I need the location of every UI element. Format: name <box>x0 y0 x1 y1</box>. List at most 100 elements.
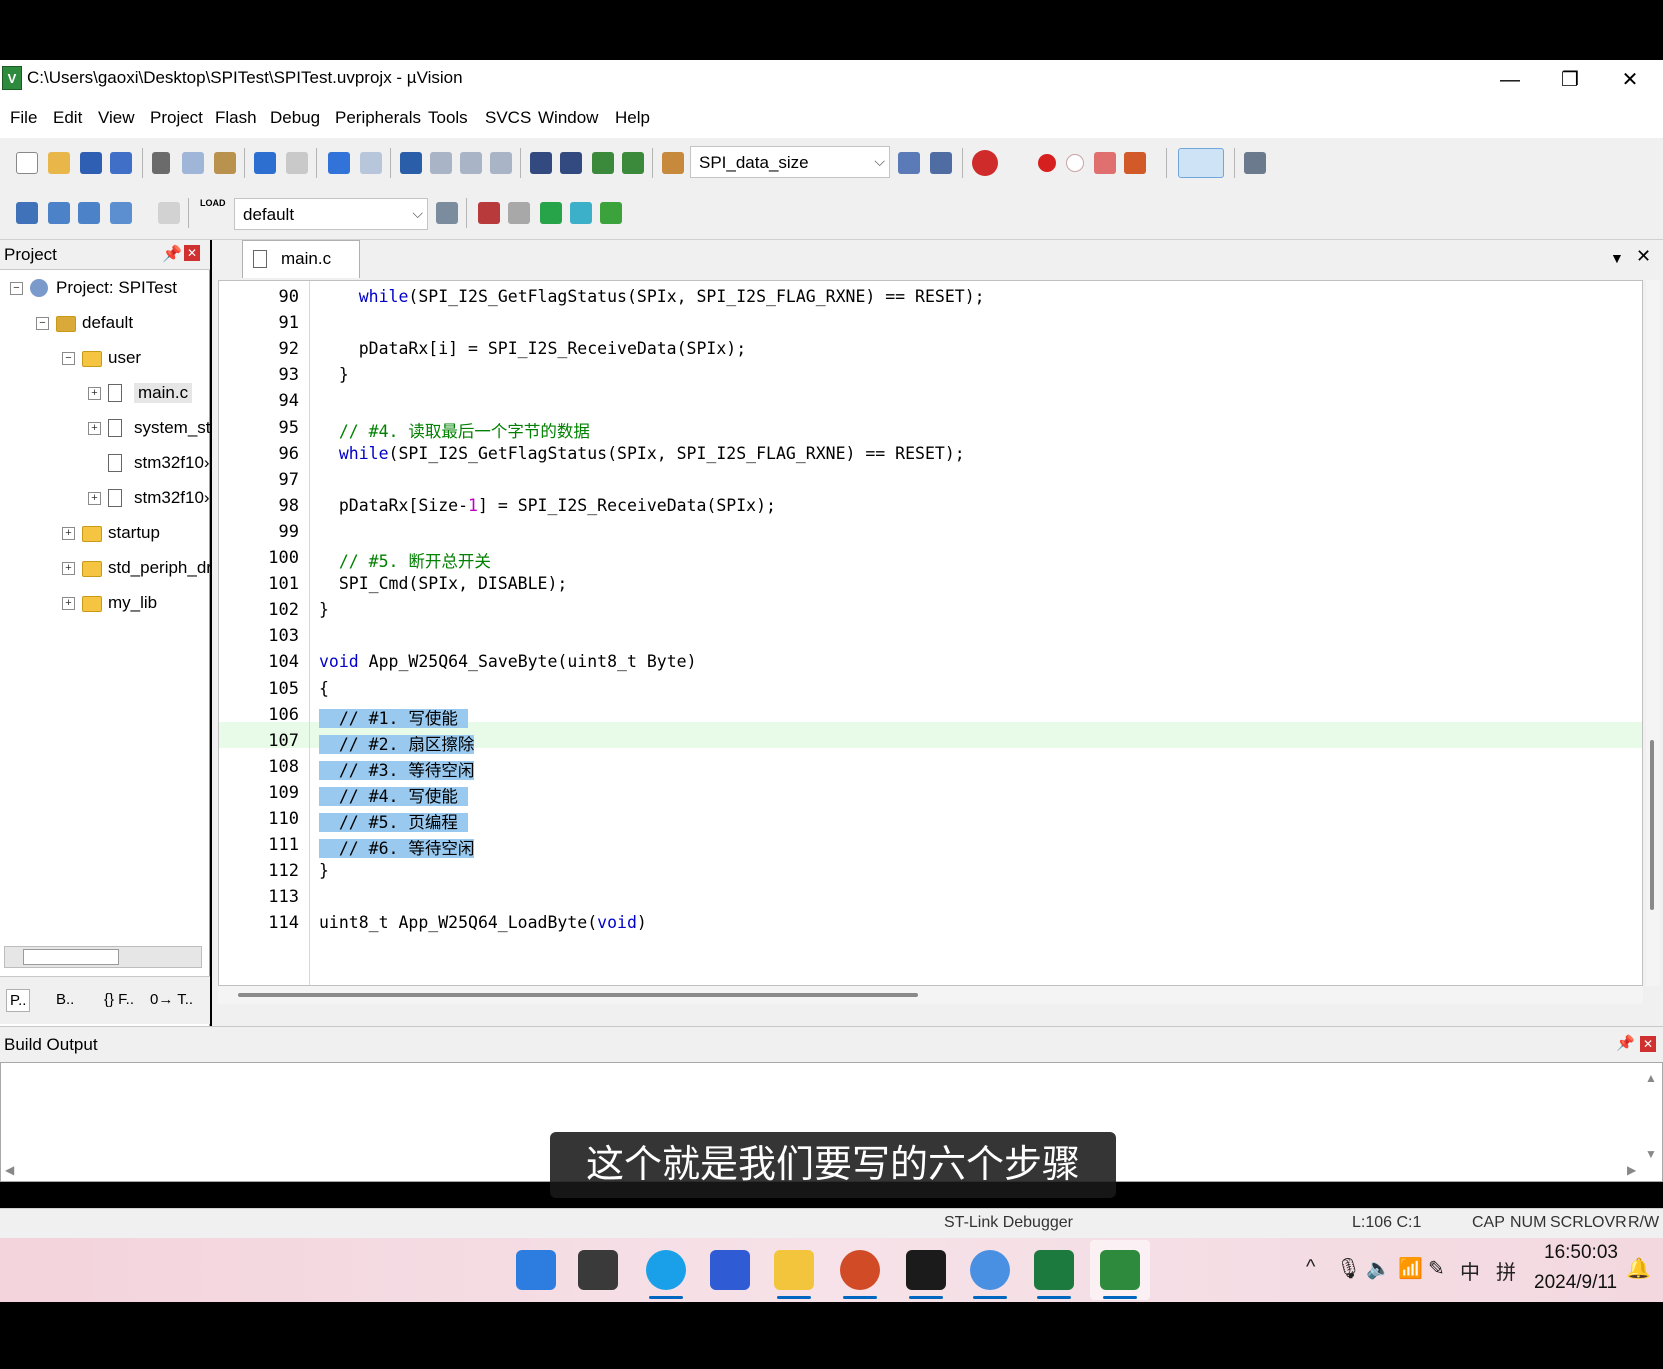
menu-flash[interactable]: Flash <box>215 108 257 128</box>
powerpoint-icon[interactable] <box>840 1250 880 1290</box>
expand-icon[interactable]: + <box>62 562 75 575</box>
scroll-right-icon[interactable]: ▶ <box>1627 1163 1636 1177</box>
code-line[interactable]: while(SPI_I2S_GetFlagStatus(SPIx, SPI_I2… <box>319 444 965 463</box>
pin-icon[interactable]: 📌 <box>162 244 182 264</box>
comment-icon[interactable] <box>592 152 614 174</box>
scroll-down-icon[interactable]: ▼ <box>1645 1147 1657 1161</box>
code-line[interactable]: SPI_Cmd(SPIx, DISABLE); <box>319 574 568 593</box>
code-line[interactable]: // #4. 写使能 <box>319 783 468 807</box>
navigate-forward-icon[interactable] <box>360 152 382 174</box>
code-line[interactable]: // #3. 等待空闲 <box>319 757 475 781</box>
close-pane-icon[interactable]: ✕ <box>1640 1036 1656 1052</box>
code-line[interactable]: // #5. 断开总开关 <box>319 548 491 572</box>
tree-item[interactable]: + my_lib <box>0 589 206 619</box>
tree-item[interactable]: + main.c <box>0 379 206 409</box>
target-options-icon[interactable] <box>436 202 458 224</box>
code-line[interactable]: // #1. 写使能 <box>319 705 468 729</box>
code-line[interactable]: { <box>319 679 329 698</box>
prev-bookmark-icon[interactable] <box>430 152 452 174</box>
pen-icon[interactable]: ✎ <box>1428 1256 1445 1281</box>
software-packs-icon[interactable] <box>600 202 622 224</box>
manage-project-items-icon[interactable] <box>478 202 500 224</box>
code-line[interactable]: // #5. 页编程 <box>319 809 468 833</box>
target-combo[interactable]: default ⌵ <box>234 198 428 230</box>
menu-debug[interactable]: Debug <box>270 108 320 128</box>
close-pane-icon[interactable]: ✕ <box>184 245 200 261</box>
expand-icon[interactable]: + <box>88 422 101 435</box>
screen-recorder-icon[interactable] <box>906 1250 946 1290</box>
code-line[interactable]: // #2. 扇区擦除 <box>319 731 475 755</box>
navigate-back-icon[interactable] <box>328 152 350 174</box>
code-line[interactable]: pDataRx[i] = SPI_I2S_ReceiveData(SPIx); <box>319 339 746 358</box>
tab-main-c[interactable]: main.c <box>242 240 360 278</box>
expand-icon[interactable]: + <box>88 387 101 400</box>
code-line[interactable]: pDataRx[Size-1] = SPI_I2S_ReceiveData(SP… <box>319 496 776 515</box>
minimize-button[interactable]: — <box>1480 60 1540 100</box>
tree-item[interactable]: − user <box>0 344 206 374</box>
editor-hscrollbar[interactable] <box>218 986 1643 1004</box>
find-in-files-icon[interactable] <box>662 152 684 174</box>
clock-time[interactable]: 16:50:03 <box>1544 1242 1618 1264</box>
excel-icon[interactable] <box>1034 1250 1074 1290</box>
incremental-find-icon[interactable] <box>930 152 952 174</box>
save-all-icon[interactable] <box>110 152 132 174</box>
editor-vscrollbar[interactable] <box>1646 280 1660 986</box>
expand-icon[interactable]: + <box>88 492 101 505</box>
pin-icon[interactable]: 📌 <box>1616 1034 1635 1052</box>
code-line[interactable]: // #6. 等待空闲 <box>319 835 475 859</box>
menu-edit[interactable]: Edit <box>53 108 82 128</box>
webcam-icon[interactable] <box>970 1250 1010 1290</box>
ime-mode[interactable]: 拼 <box>1496 1256 1516 1285</box>
microphone-icon[interactable]: 🎙 <box>1336 1256 1361 1281</box>
task-view-icon[interactable] <box>578 1250 618 1290</box>
tab-project[interactable]: P.. <box>6 989 31 1012</box>
paste-icon[interactable] <box>214 152 236 174</box>
tree-item[interactable]: + stm32f10› <box>0 484 210 514</box>
disable-breakpoint-icon[interactable] <box>1066 154 1084 172</box>
tree-item[interactable]: + startup <box>0 519 206 549</box>
manage-rte-icon[interactable] <box>540 202 562 224</box>
menu-svcs[interactable]: SVCS <box>485 108 531 128</box>
select-packs-icon[interactable] <box>508 202 530 224</box>
tree-item[interactable]: − Project: SPITest <box>0 274 206 304</box>
tab-functions[interactable]: {} F.. <box>104 991 134 1008</box>
collapse-icon[interactable]: − <box>62 352 75 365</box>
start-icon[interactable] <box>516 1250 556 1290</box>
maximize-button[interactable]: ❐ <box>1540 60 1600 100</box>
collapse-icon[interactable]: − <box>10 282 23 295</box>
rebuild-icon[interactable] <box>78 202 100 224</box>
scroll-up-icon[interactable]: ▲ <box>1645 1071 1657 1085</box>
copy-icon[interactable] <box>182 152 204 174</box>
tab-books[interactable]: B.. <box>56 991 74 1008</box>
batch-build-icon[interactable] <box>110 202 132 224</box>
tab-list-icon[interactable]: ▼ <box>1610 250 1624 266</box>
menu-help[interactable]: Help <box>615 108 650 128</box>
tree-item[interactable]: − default <box>0 309 206 339</box>
open-folder-icon[interactable] <box>48 152 70 174</box>
breakpoint-icon[interactable] <box>1038 154 1056 172</box>
code-editor[interactable]: 90 while(SPI_I2S_GetFlagStatus(SPIx, SPI… <box>218 280 1643 986</box>
scroll-left-icon[interactable]: ◀ <box>5 1163 14 1177</box>
code-line[interactable]: while(SPI_I2S_GetFlagStatus(SPIx, SPI_I2… <box>319 287 985 306</box>
scrollbar-thumb[interactable] <box>238 993 918 997</box>
expand-icon[interactable]: + <box>62 597 75 610</box>
scrollbar-thumb[interactable] <box>1650 740 1654 910</box>
tree-item[interactable]: stm32f10› <box>0 449 210 479</box>
redo-icon[interactable] <box>286 152 308 174</box>
menu-window[interactable]: Window <box>538 108 598 128</box>
menu-tools[interactable]: Tools <box>428 108 468 128</box>
indent-icon[interactable] <box>530 152 552 174</box>
find-combo[interactable]: SPI_data_size ⌵ <box>690 146 890 178</box>
find-icon[interactable] <box>898 152 920 174</box>
cut-icon[interactable] <box>152 152 170 174</box>
code-line[interactable]: void App_W25Q64_SaveByte(uint8_t Byte) <box>319 652 697 671</box>
build-icon[interactable] <box>48 202 70 224</box>
window-layout-icon[interactable] <box>1178 148 1224 178</box>
notification-bell-icon[interactable]: 🔔 <box>1626 1256 1651 1281</box>
file-explorer-icon[interactable] <box>774 1250 814 1290</box>
undo-icon[interactable] <box>254 152 276 174</box>
uncomment-icon[interactable] <box>622 152 644 174</box>
code-line[interactable]: // #4. 读取最后一个字节的数据 <box>319 418 590 442</box>
code-line[interactable]: uint8_t App_W25Q64_LoadByte(void) <box>319 913 647 932</box>
code-line[interactable]: } <box>319 365 349 384</box>
